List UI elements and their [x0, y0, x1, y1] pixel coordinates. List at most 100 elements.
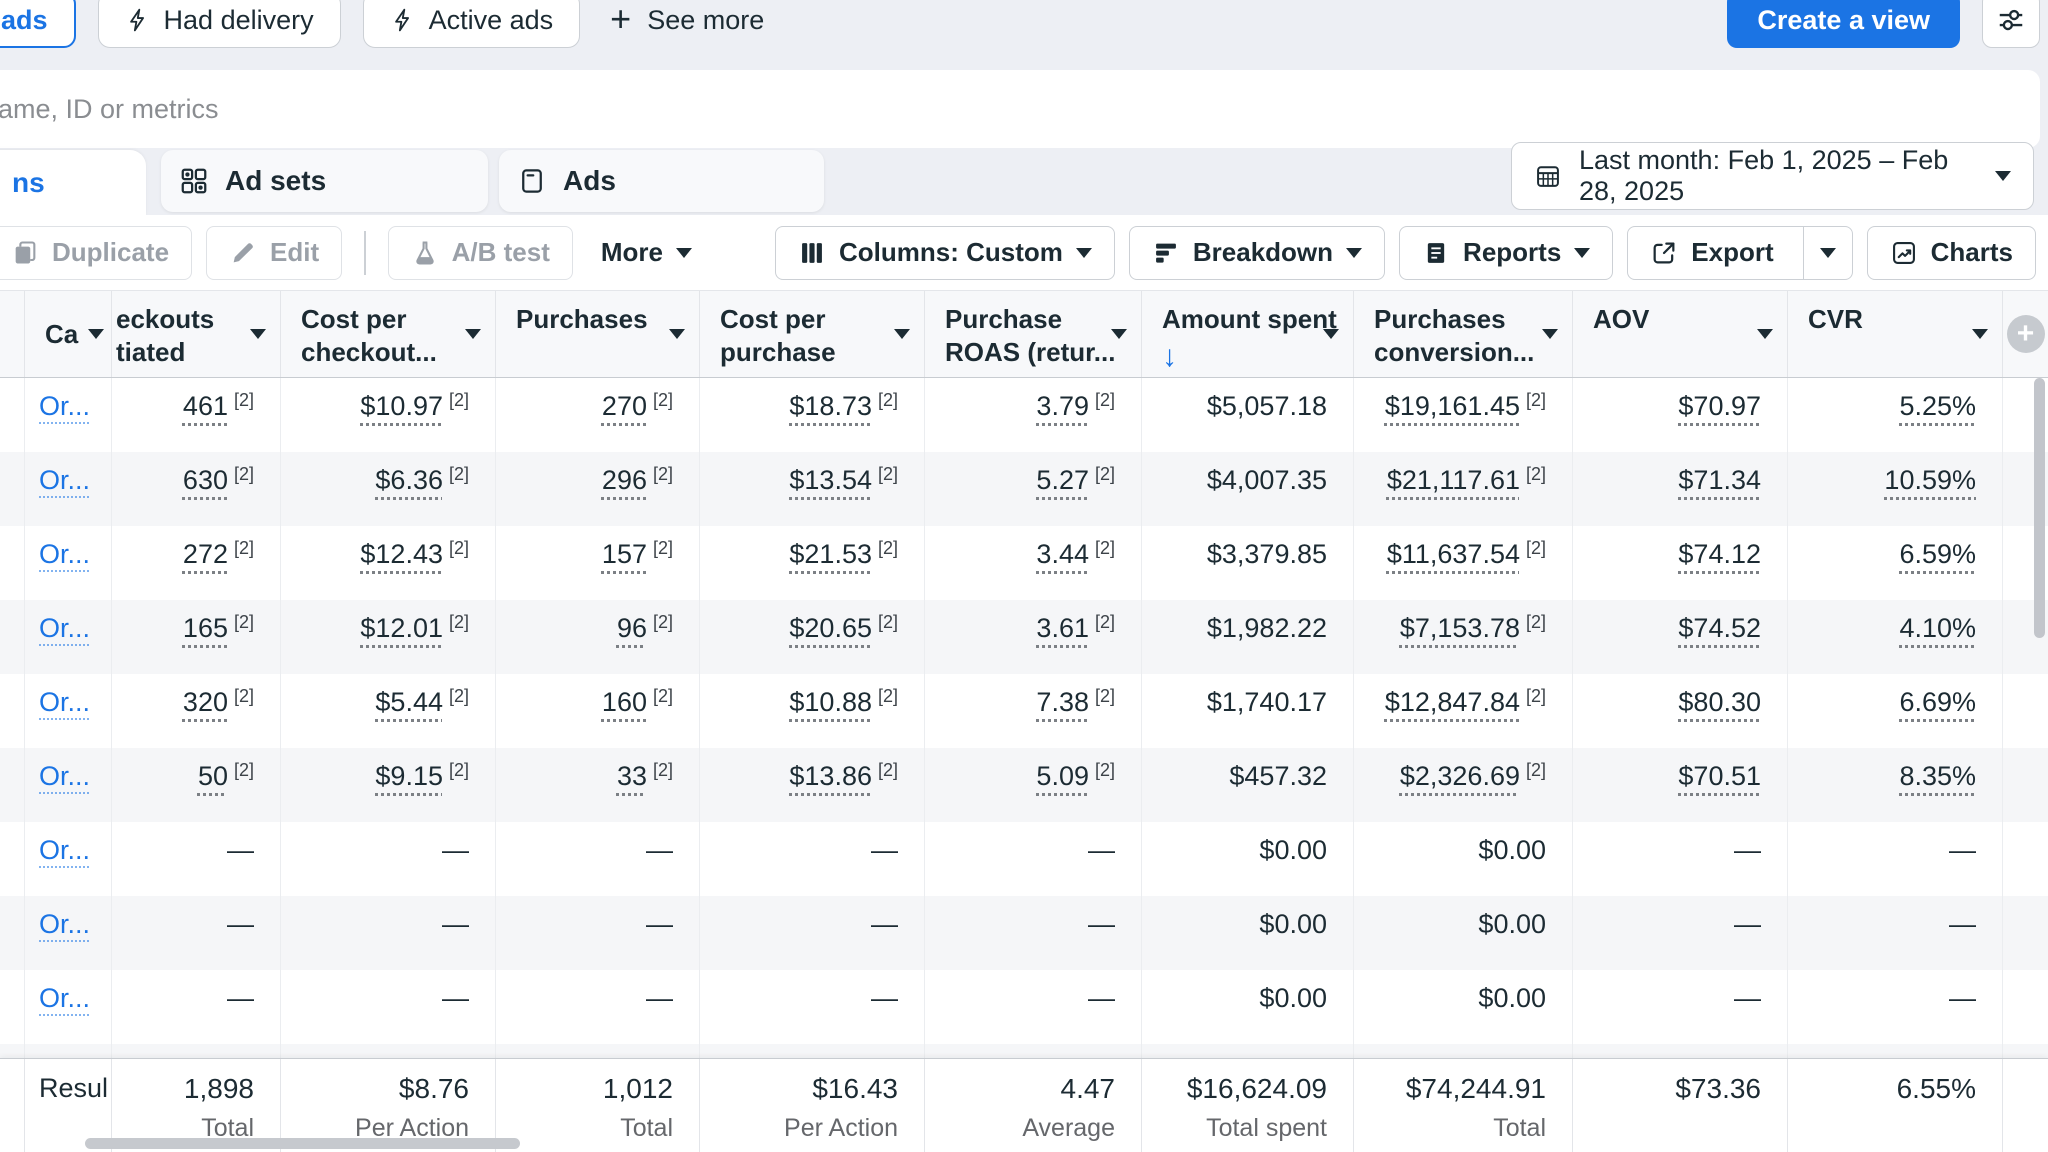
- filter-pill-all-ads[interactable]: l ads: [0, 0, 76, 48]
- cell-value[interactable]: 7.38: [1036, 687, 1089, 717]
- view-settings-button[interactable]: [1982, 0, 2040, 48]
- more-button[interactable]: More: [587, 226, 706, 280]
- cell-value[interactable]: $21,117.61: [1387, 465, 1520, 495]
- filter-pill-active-ads[interactable]: Active ads: [363, 0, 581, 48]
- cell-value[interactable]: $11,637.54: [1387, 539, 1520, 569]
- reports-button[interactable]: Reports: [1399, 226, 1613, 280]
- column-header-purchase-roas[interactable]: PurchaseROAS (retur...: [925, 291, 1142, 377]
- chevron-down-icon[interactable]: [894, 329, 910, 339]
- cell-value[interactable]: $13.86: [789, 761, 872, 791]
- campaign-name-link[interactable]: Or...: [25, 1044, 112, 1058]
- cell-value[interactable]: $19,161.45: [1385, 391, 1520, 421]
- cell-value[interactable]: 165: [183, 613, 228, 643]
- cell-value[interactable]: 6.69%: [1899, 687, 1976, 717]
- cell-value[interactable]: $12.43: [360, 539, 443, 569]
- cell-value[interactable]: 320: [183, 687, 228, 717]
- cell-value[interactable]: 4.10%: [1899, 613, 1976, 643]
- chevron-down-icon[interactable]: [250, 329, 266, 339]
- cell-value[interactable]: 5.09: [1036, 761, 1089, 791]
- cell-value[interactable]: $70.97: [1678, 391, 1761, 421]
- column-header-amount-spent[interactable]: Amount spent↓: [1142, 291, 1354, 377]
- cell-value[interactable]: $12,847.84: [1385, 687, 1520, 717]
- cell-value[interactable]: 630: [183, 465, 228, 495]
- chevron-down-icon[interactable]: [1542, 329, 1558, 339]
- column-header-cost-per-purchase[interactable]: Cost perpurchase: [700, 291, 925, 377]
- cell-value[interactable]: 296: [602, 465, 647, 495]
- cell-value[interactable]: $6.36: [375, 465, 443, 495]
- create-view-button[interactable]: Create a view: [1727, 0, 1960, 48]
- breakdown-button[interactable]: Breakdown: [1129, 226, 1385, 280]
- tab-campaigns[interactable]: ns: [0, 150, 146, 216]
- sort-desc-icon[interactable]: ↓: [1162, 338, 1339, 376]
- chevron-down-icon[interactable]: [1323, 329, 1339, 339]
- cell-value[interactable]: 8.35%: [1899, 761, 1976, 791]
- cell-value[interactable]: 3.61: [1036, 613, 1089, 643]
- cell-value[interactable]: 10.59%: [1884, 465, 1976, 495]
- cell-value[interactable]: $80.30: [1678, 687, 1761, 717]
- columns-button[interactable]: Columns: Custom: [775, 226, 1115, 280]
- cell-value[interactable]: 6.59%: [1899, 539, 1976, 569]
- cell-value[interactable]: $70.51: [1678, 761, 1761, 791]
- vertical-scrollbar[interactable]: [2034, 378, 2045, 638]
- column-header-cvr[interactable]: CVR: [1788, 291, 2003, 377]
- chevron-down-icon[interactable]: [465, 329, 481, 339]
- tab-ads[interactable]: Ads: [499, 150, 824, 212]
- cell-value[interactable]: 3.79: [1036, 391, 1089, 421]
- cell-value[interactable]: $12.01: [360, 613, 443, 643]
- cell-value[interactable]: 270: [602, 391, 647, 421]
- cell-value[interactable]: $74.12: [1678, 539, 1761, 569]
- tab-ad-sets[interactable]: Ad sets: [161, 150, 488, 212]
- cell-value[interactable]: $18.73: [789, 391, 872, 421]
- campaign-name-link[interactable]: Or...: [25, 526, 112, 600]
- cell-value[interactable]: 157: [602, 539, 647, 569]
- cell-value[interactable]: $9.15: [375, 761, 443, 791]
- cell-value[interactable]: $71.34: [1678, 465, 1761, 495]
- column-header-aov[interactable]: AOV: [1573, 291, 1788, 377]
- filter-pill-had-delivery[interactable]: Had delivery: [98, 0, 341, 48]
- column-header-purchases[interactable]: Purchases: [496, 291, 700, 377]
- column-header-campaign[interactable]: Ca: [25, 291, 112, 377]
- cell-value[interactable]: 272: [183, 539, 228, 569]
- cell-value[interactable]: $10.88: [789, 687, 872, 717]
- export-button[interactable]: Export: [1627, 226, 1852, 280]
- add-column-icon[interactable]: +: [2007, 315, 2045, 353]
- cell-value[interactable]: 50: [198, 761, 228, 791]
- cell-value[interactable]: 5.27: [1036, 465, 1089, 495]
- campaign-name-link[interactable]: Or...: [25, 600, 112, 674]
- cell-value[interactable]: 96: [617, 613, 647, 643]
- column-header-purchases-conversion[interactable]: Purchasesconversion...: [1354, 291, 1573, 377]
- cell-value[interactable]: $10.97: [360, 391, 443, 421]
- date-range-picker[interactable]: Last month: Feb 1, 2025 – Feb 28, 2025: [1511, 142, 2034, 210]
- duplicate-button[interactable]: Duplicate: [0, 226, 192, 280]
- edit-button[interactable]: Edit: [206, 226, 342, 280]
- cell-value[interactable]: $5.44: [375, 687, 443, 717]
- horizontal-scrollbar[interactable]: [85, 1138, 520, 1149]
- column-header-cost-per-checkout[interactable]: Cost percheckout...: [281, 291, 496, 377]
- campaign-name-link[interactable]: Or...: [25, 378, 112, 452]
- search-bar[interactable]: ame, ID or metrics: [0, 70, 2040, 148]
- see-more-button[interactable]: + See more: [602, 0, 772, 48]
- chevron-down-icon[interactable]: [669, 329, 685, 339]
- charts-button[interactable]: Charts: [1867, 226, 2036, 280]
- cell-value[interactable]: $20.65: [789, 613, 872, 643]
- campaign-name-link[interactable]: Or...: [25, 674, 112, 748]
- chevron-down-icon[interactable]: [1111, 329, 1127, 339]
- campaign-name-link[interactable]: Or...: [25, 822, 112, 896]
- chevron-down-icon[interactable]: [1972, 329, 1988, 339]
- cell-value[interactable]: $21.53: [789, 539, 872, 569]
- column-header-checkouts-initiated[interactable]: eckoutstiated: [112, 291, 281, 377]
- cell-value[interactable]: 160: [602, 687, 647, 717]
- campaign-name-link[interactable]: Or...: [25, 896, 112, 970]
- cell-value[interactable]: $7,153.78: [1400, 613, 1520, 643]
- cell-value[interactable]: 5.25%: [1899, 391, 1976, 421]
- cell-value[interactable]: $2,326.69: [1400, 761, 1520, 791]
- export-dropdown-toggle[interactable]: [1803, 227, 1852, 279]
- campaign-name-link[interactable]: Or...: [25, 748, 112, 822]
- campaign-name-link[interactable]: Or...: [25, 452, 112, 526]
- ab-test-button[interactable]: A/B test: [388, 226, 573, 280]
- cell-value[interactable]: $13.54: [789, 465, 872, 495]
- cell-value[interactable]: 461: [183, 391, 228, 421]
- campaign-name-link[interactable]: Or...: [25, 970, 112, 1044]
- chevron-down-icon[interactable]: [1757, 329, 1773, 339]
- chevron-down-icon[interactable]: [88, 329, 104, 339]
